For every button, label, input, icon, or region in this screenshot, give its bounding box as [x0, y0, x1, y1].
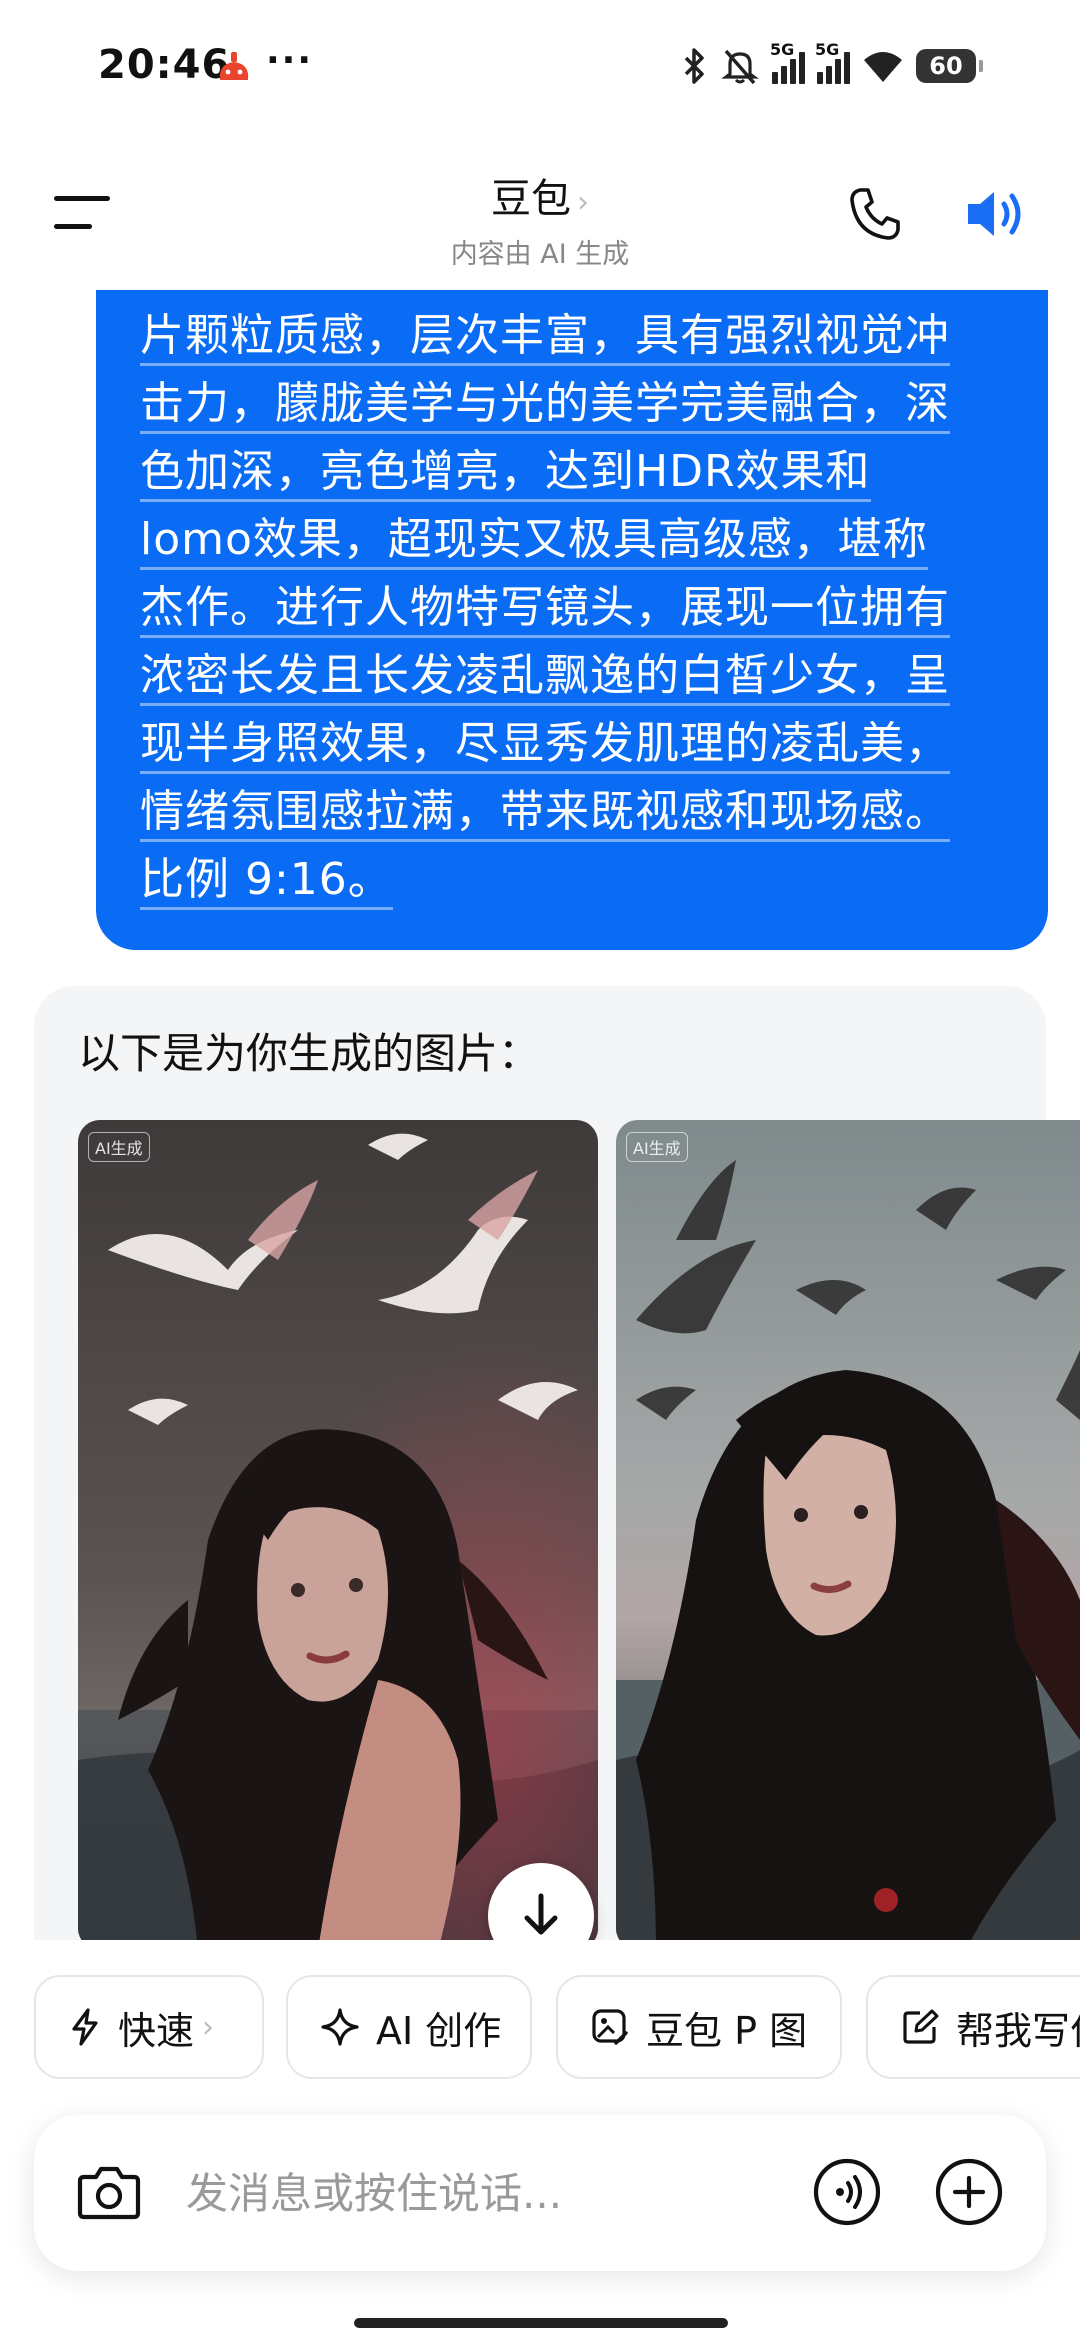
chevron-right-icon: › [577, 185, 589, 220]
quick-action-label: 豆包 P 图 [646, 2008, 808, 2053]
quick-action-label: 快速 [118, 2008, 195, 2053]
message-line: 色加深，亮色增亮，达到HDR效果和 [140, 446, 871, 502]
status-time: 20:46 [98, 42, 231, 88]
doubao-app-icon [219, 52, 249, 80]
message-line: lomo效果，超现实又极具高级感，堪称 [140, 514, 928, 570]
chat-header: 豆包 › 内容由 AI 生成 [0, 140, 1080, 290]
status-more-icon: ··· [266, 40, 314, 81]
lightning-icon [72, 2008, 98, 2046]
user-message-bubble[interactable]: 片颗粒质感，层次丰富，具有强烈视觉冲 击力，朦胧美学与光的美学完美融合，深 色加… [96, 290, 1048, 950]
message-line: 比例 9:16。 [140, 854, 393, 910]
home-indicator[interactable] [354, 2318, 728, 2328]
quick-action-label: 帮我写作 [956, 2008, 1080, 2053]
message-input[interactable] [186, 2157, 686, 2229]
signal-strength-2-icon: 5G [815, 40, 850, 84]
quick-action-label: AI 创作 [376, 2008, 502, 2053]
voice-call-icon[interactable] [812, 2157, 882, 2227]
image-edit-icon [592, 2009, 628, 2045]
message-line: 击力，朦胧美学与光的美学完美融合，深 [140, 378, 950, 434]
message-input-bar [34, 2115, 1046, 2271]
header-title-group[interactable]: 豆包 › 内容由 AI 生成 [0, 166, 1080, 271]
mute-bell-icon [721, 49, 759, 85]
sparkle-icon [321, 2008, 359, 2046]
wifi-icon [864, 52, 902, 82]
quick-action-write[interactable]: 帮我写作 [866, 1975, 1080, 2079]
status-bar: 20:46 ··· 5G 5G 60 [0, 0, 1080, 140]
quick-action-photo-edit[interactable]: 豆包 P 图 [556, 1975, 842, 2079]
bot-message-text: 以下是为你生成的图片： [78, 1029, 541, 1078]
phone-call-icon[interactable] [846, 184, 902, 244]
page-title: 豆包 [491, 176, 571, 222]
message-line: 片颗粒质感，层次丰富，具有强烈视觉冲 [140, 310, 950, 366]
generated-image-1[interactable]: AI生成 [78, 1120, 598, 1940]
status-indicators: 5G 5G 60 [680, 40, 983, 88]
quick-action-fast[interactable]: 快速 › [34, 1975, 264, 2079]
quick-actions-bar: 快速› AI 创作 豆包 P 图 帮我写作 [0, 1975, 1080, 2085]
download-arrow-icon [524, 1893, 558, 1935]
battery-icon: 60 [916, 49, 983, 83]
message-line: 情绪氛围感拉满，带来既视感和现场感。 [140, 786, 950, 842]
generated-image-2[interactable]: AI生成 [616, 1120, 1080, 1940]
speaker-icon[interactable] [964, 184, 1030, 244]
message-line: 浓密长发且长发凌乱飘逸的白皙少女，呈 [140, 650, 950, 706]
chevron-right-icon: › [202, 2009, 215, 2045]
message-line: 现半身照效果，尽显秀发肌理的凌乱美， [140, 718, 950, 774]
camera-icon[interactable] [74, 2159, 144, 2225]
message-line: 杰作。进行人物特写镜头，展现一位拥有 [140, 582, 950, 638]
ai-generated-tag: AI生成 [626, 1132, 688, 1162]
ai-generated-tag: AI生成 [88, 1132, 150, 1162]
bluetooth-icon [684, 48, 704, 84]
generated-image-1-art [78, 1120, 598, 1940]
write-icon [903, 2009, 939, 2044]
plus-icon[interactable] [934, 2157, 1004, 2227]
generated-image-2-art [616, 1120, 1080, 1940]
user-message-text: 片颗粒质感，层次丰富，具有强烈视觉冲 击力，朦胧美学与光的美学完美融合，深 色加… [140, 302, 998, 914]
signal-strength-1-icon: 5G [770, 40, 805, 84]
chat-area[interactable]: 片颗粒质感，层次丰富，具有强烈视觉冲 击力，朦胧美学与光的美学完美融合，深 色加… [0, 290, 1080, 1940]
quick-action-ai-create[interactable]: AI 创作 [286, 1975, 532, 2079]
header-subtitle: 内容由 AI 生成 [450, 239, 630, 270]
